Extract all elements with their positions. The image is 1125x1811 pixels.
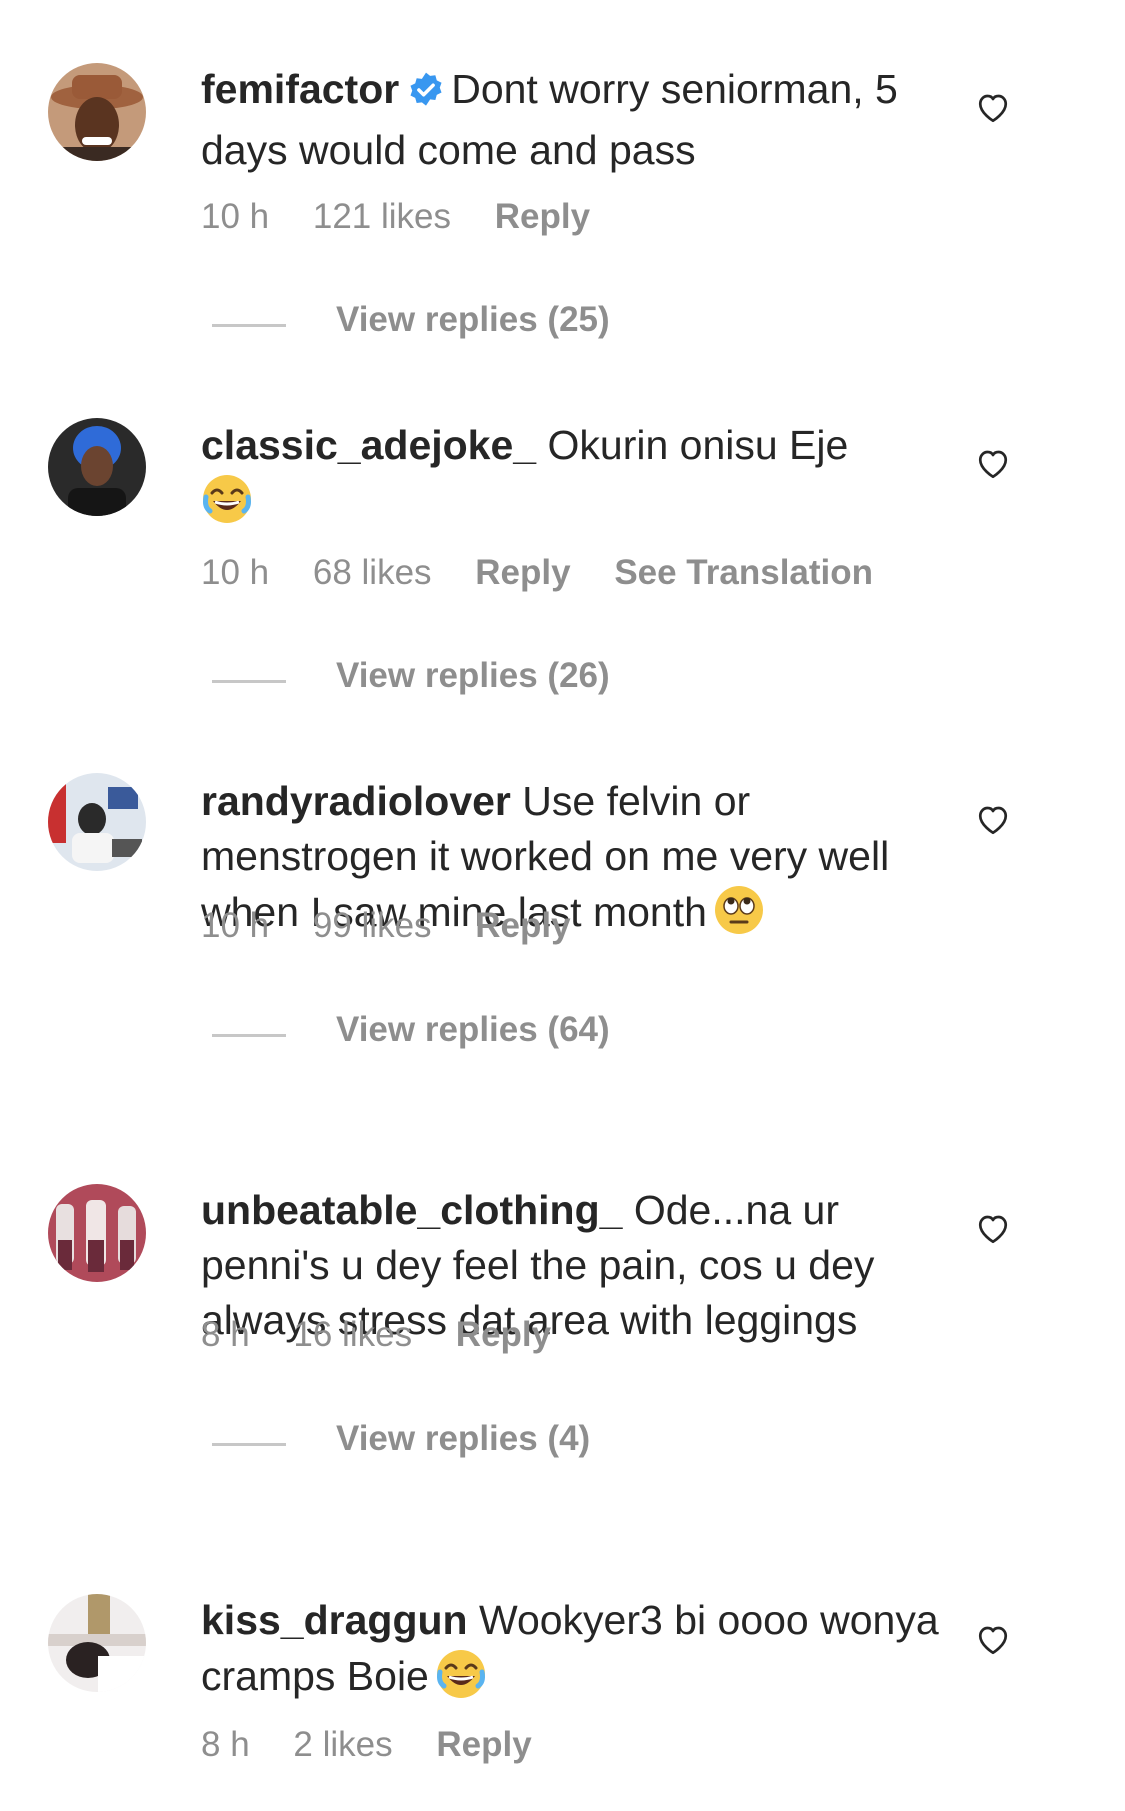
avatar[interactable]	[48, 418, 146, 516]
heart-outline-icon[interactable]	[975, 446, 1011, 482]
comment-likes[interactable]: 16 likes	[293, 1315, 412, 1354]
comment-time: 8 h	[201, 1725, 250, 1764]
replies-divider	[212, 1034, 286, 1037]
reply-button[interactable]: Reply	[475, 553, 570, 592]
comment-username[interactable]: unbeatable_clothing_	[201, 1187, 622, 1233]
verified-badge-icon	[407, 68, 445, 123]
view-replies-label[interactable]: View replies (4)	[336, 1419, 590, 1459]
comment-time: 10 h	[201, 197, 270, 236]
comment-time: 10 h	[201, 906, 270, 945]
comment-meta: 10 h 68 likes Reply See Translation	[201, 553, 907, 593]
reply-button[interactable]: Reply	[436, 1725, 531, 1764]
heart-outline-icon[interactable]	[975, 802, 1011, 838]
comment-meta: 8 h 2 likes Reply	[201, 1725, 566, 1765]
view-replies-label[interactable]: View replies (25)	[336, 300, 610, 340]
eye-roll-emoji-icon	[713, 884, 765, 950]
comment-likes[interactable]: 68 likes	[313, 553, 432, 592]
comment-likes[interactable]: 121 likes	[313, 197, 451, 236]
comment-text: Okurin onisu Eje	[547, 422, 849, 468]
heart-outline-icon[interactable]	[975, 1622, 1011, 1658]
replies-divider	[212, 680, 286, 683]
comment-username[interactable]: classic_adejoke_	[201, 422, 536, 468]
see-translation-button[interactable]: See Translation	[614, 553, 873, 592]
comment-username[interactable]: randyradiolover	[201, 778, 511, 824]
heart-outline-icon[interactable]	[975, 1211, 1011, 1247]
view-replies-label[interactable]: View replies (26)	[336, 656, 610, 696]
joy-emoji-icon	[201, 473, 253, 539]
avatar[interactable]	[48, 63, 146, 161]
comment-body: classic_adejoke_ Okurin onisu Eje	[201, 418, 941, 539]
reply-button[interactable]: Reply	[456, 1315, 551, 1354]
replies-divider	[212, 1443, 286, 1446]
avatar[interactable]	[48, 1184, 146, 1282]
heart-outline-icon[interactable]	[975, 90, 1011, 126]
view-replies-label[interactable]: View replies (64)	[336, 1010, 610, 1050]
avatar[interactable]	[48, 1594, 146, 1692]
replies-divider	[212, 324, 286, 327]
reply-button[interactable]: Reply	[495, 197, 590, 236]
reply-button[interactable]: Reply	[475, 906, 570, 945]
comment-username[interactable]: kiss_draggun	[201, 1597, 468, 1643]
comment-username[interactable]: femifactor	[201, 66, 399, 112]
comment-meta: 8 h 16 likes Reply	[201, 1315, 585, 1355]
comment-meta: 10 h 99 likes Reply	[201, 906, 605, 946]
comment-body: femifactor Dont worry seniorman, 5 days w…	[201, 62, 941, 178]
comment-time: 8 h	[201, 1315, 250, 1354]
comment-likes[interactable]: 2 likes	[293, 1725, 392, 1764]
avatar[interactable]	[48, 773, 146, 871]
comment-likes[interactable]: 99 likes	[313, 906, 432, 945]
comment-body: kiss_draggun Wookyer3 bi oooo wonya cram…	[201, 1593, 941, 1714]
joy-emoji-icon	[435, 1648, 487, 1714]
comment-time: 10 h	[201, 553, 270, 592]
comment-meta: 10 h 121 likes Reply	[201, 197, 624, 237]
